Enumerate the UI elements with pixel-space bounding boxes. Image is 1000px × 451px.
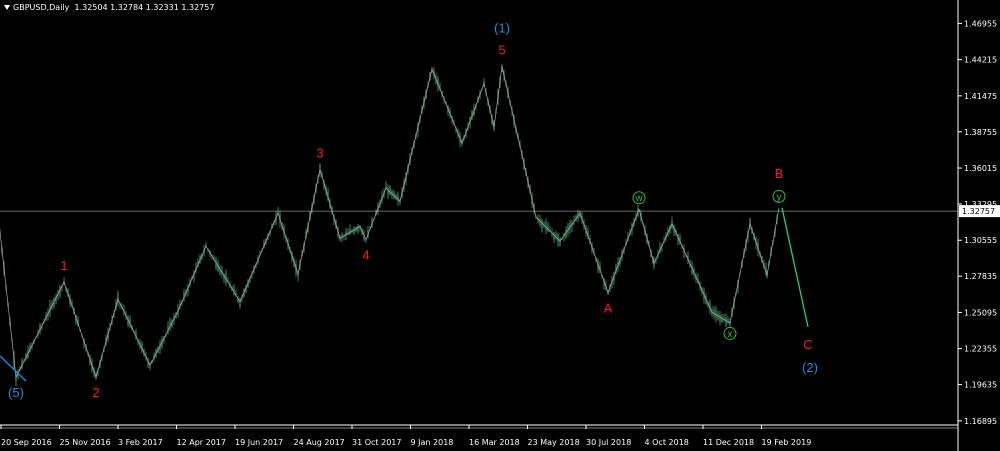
candle-body [559, 238, 561, 246]
time-tick-label: 11 Dec 2018 [703, 438, 754, 447]
time-tick-label: 30 Jul 2018 [586, 438, 631, 447]
chart-header: GBPUSD,Daily 1.32504 1.32784 1.32331 1.3… [4, 3, 214, 12]
price-tick-label: 1.16895 [964, 417, 997, 426]
wave-label: A [604, 301, 613, 316]
current-price-label: 1.32757 [962, 207, 995, 216]
wave-label: (1) [494, 20, 510, 35]
time-tick-label: 9 Jan 2018 [411, 438, 454, 447]
candle-body [713, 308, 715, 317]
time-tick-label: 12 Apr 2017 [177, 438, 226, 447]
time-tick-label: 24 Aug 2017 [294, 438, 345, 447]
wave-label: (5) [8, 385, 24, 400]
time-tick-label: 4 Oct 2018 [645, 438, 689, 447]
time-tick-label: 23 May 2018 [528, 438, 580, 447]
candle-body [389, 186, 391, 196]
wave-label: 4 [362, 248, 369, 263]
price-chart[interactable]: (5) 1 2 3 4 5 (1) Aw x yB C (2) 1.46955 1.44215 1.414… [0, 0, 1000, 451]
time-tick-label: 31 Oct 2017 [352, 438, 401, 447]
price-tick-label: 1.46955 [964, 19, 997, 28]
wave-label: 1 [60, 258, 67, 273]
wave-label: 2 [92, 385, 99, 400]
candle-body [353, 227, 355, 234]
price-tick-label: 1.36015 [964, 164, 997, 173]
wave-label: w [634, 193, 643, 204]
wave-label: C [803, 337, 812, 352]
time-tick-label: 16 Mar 2018 [469, 438, 520, 447]
wave-label: x [728, 329, 733, 340]
price-tick-label: 1.22355 [964, 345, 997, 354]
time-tick-label: 19 Feb 2019 [762, 438, 812, 447]
price-tick-label: 1.30555 [964, 236, 997, 245]
candle-body [541, 219, 543, 229]
dropdown-triangle-icon[interactable] [4, 5, 10, 10]
price-tick-label: 1.25095 [964, 308, 997, 317]
price-tick-label: 1.41475 [964, 92, 997, 101]
candle-body [721, 315, 723, 323]
price-tick-label: 1.44215 [964, 56, 997, 65]
time-tick-label: 20 Sep 2016 [1, 438, 52, 447]
candle-body [725, 317, 727, 326]
time-tick-label: 19 Jun 2017 [235, 438, 283, 447]
wave-label: 3 [316, 146, 323, 161]
candle-body [715, 309, 717, 318]
symbol-label: GBPUSD,Daily [13, 3, 70, 12]
wave-label: 5 [498, 42, 505, 57]
time-tick-label: 3 Feb 2017 [118, 438, 163, 447]
price-tick-label: 1.27835 [964, 272, 997, 281]
price-tick-label: 1.19635 [964, 381, 997, 390]
price-tick-label: 1.38755 [964, 128, 997, 137]
wave-label: y [777, 192, 782, 203]
ohlc-values: 1.32504 1.32784 1.32331 1.32757 [74, 3, 215, 12]
candle-body [719, 314, 721, 322]
wave-label: B [775, 166, 784, 181]
chart-background [0, 0, 1000, 451]
wave-label: (2) [802, 360, 818, 375]
time-tick-label: 25 Nov 2016 [60, 438, 111, 447]
